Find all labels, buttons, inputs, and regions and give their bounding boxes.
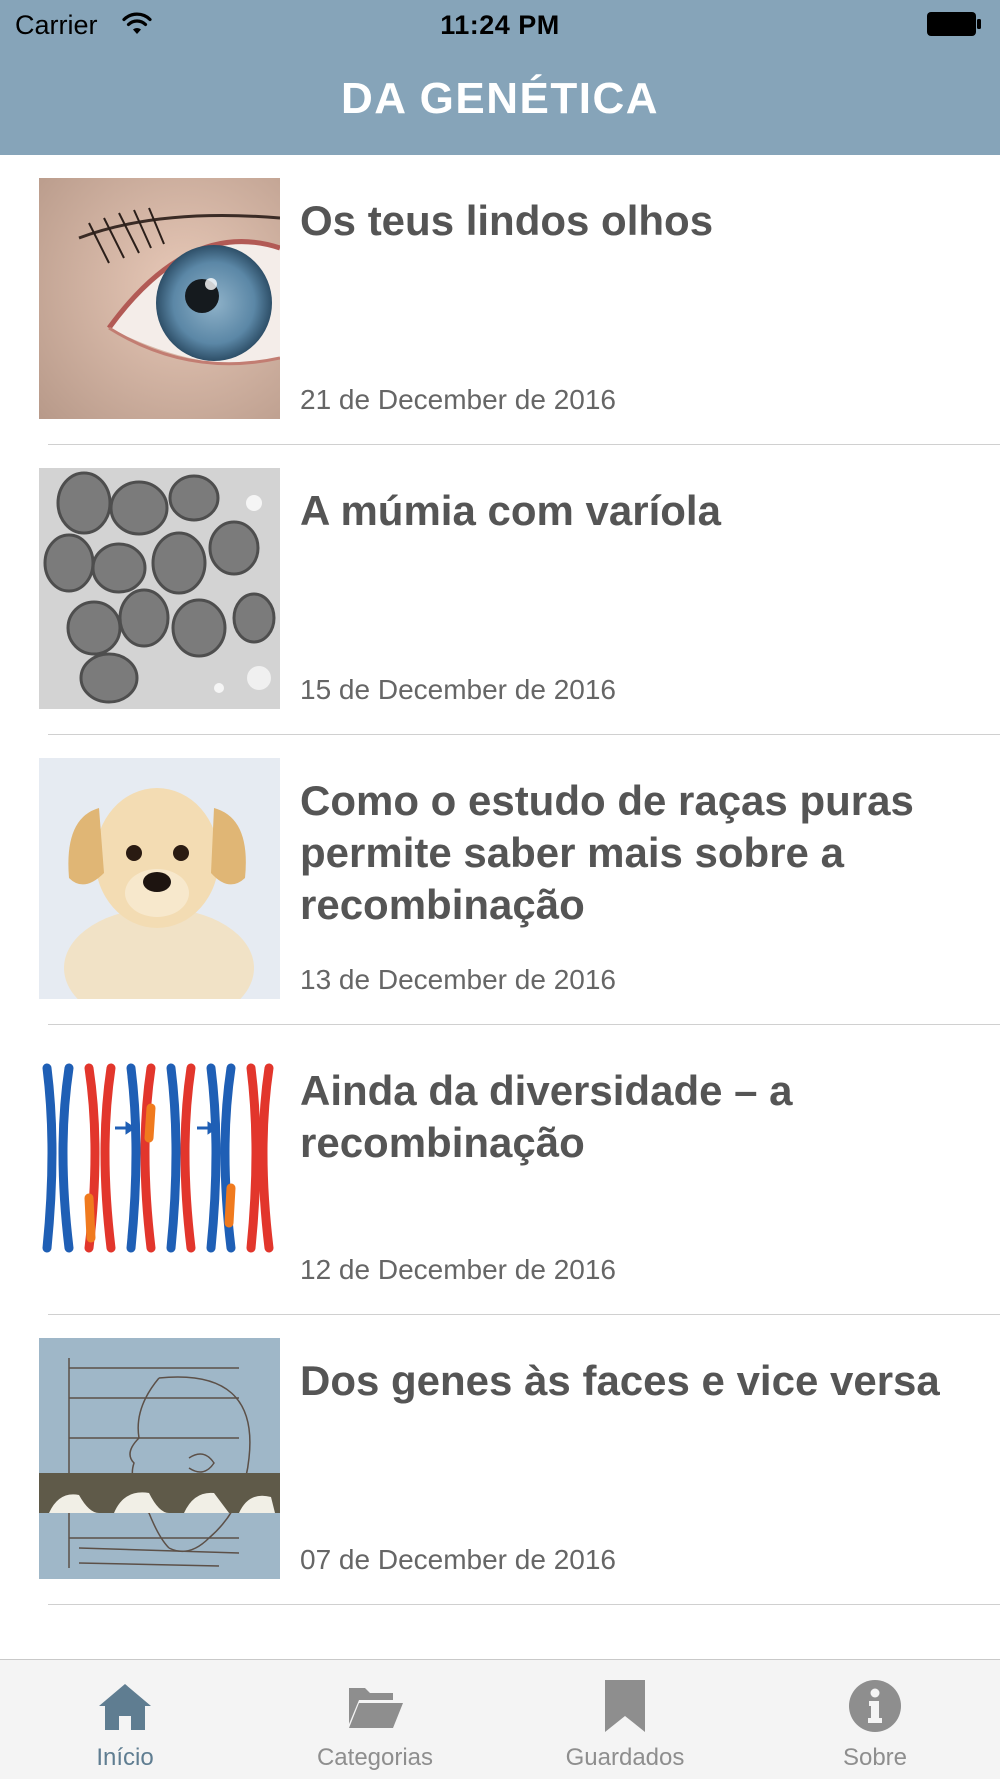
virus-micrograph-image bbox=[39, 468, 280, 709]
tab-label: Categorias bbox=[316, 1744, 434, 1771]
article-date: 12 de December de 2016 bbox=[300, 1254, 616, 1285]
article-row[interactable]: Ainda da diversidade – a recombinação 12… bbox=[0, 1025, 1000, 1315]
status-bar: Carrier 11:24 PM bbox=[0, 0, 1000, 50]
article-date: 15 de December de 2016 bbox=[300, 674, 616, 705]
tab-guardados[interactable]: Guardados bbox=[500, 1660, 750, 1779]
tab-inicio[interactable]: Início bbox=[0, 1660, 250, 1779]
article-row[interactable]: A múmia com varíola 15 de December de 20… bbox=[0, 445, 1000, 735]
info-icon bbox=[849, 1680, 901, 1732]
folder-open-icon bbox=[349, 1688, 403, 1728]
article-row[interactable]: Como o estudo de raças puras permite sab… bbox=[0, 735, 1000, 1025]
bookmark-icon bbox=[605, 1680, 645, 1732]
navigation-header: Carrier 11:24 PM DA GENÉTICA bbox=[0, 0, 1000, 155]
battery-icon bbox=[927, 12, 981, 36]
face-sketch-image bbox=[39, 1338, 280, 1579]
tab-label: Sobre bbox=[842, 1744, 908, 1771]
chromosome-recombination-image bbox=[39, 1048, 280, 1289]
nature-cover-image[interactable] bbox=[39, 1473, 280, 1513]
article-title: Os teus lindos olhos bbox=[300, 197, 714, 244]
home-icon bbox=[99, 1684, 151, 1730]
article-date: 21 de December de 2016 bbox=[300, 384, 616, 415]
puppy-image bbox=[39, 758, 280, 999]
article-list[interactable]: Os teus lindos olhos 21 de December de 2… bbox=[0, 155, 1000, 1659]
tab-categorias[interactable]: Categorias bbox=[250, 1660, 500, 1779]
article-title: Dos genes às faces e vice versa bbox=[300, 1357, 940, 1404]
page-title: DA GENÉTICA bbox=[341, 74, 659, 123]
status-clock: 11:24 PM bbox=[440, 10, 560, 40]
eye-image bbox=[39, 178, 280, 419]
article-title: A múmia com varíola bbox=[300, 487, 721, 534]
tab-sobre[interactable]: Sobre bbox=[750, 1660, 1000, 1779]
article-row[interactable]: Os teus lindos olhos 21 de December de 2… bbox=[0, 155, 1000, 445]
article-row[interactable]: Dos genes às faces e vice versa 07 de De… bbox=[0, 1315, 1000, 1605]
article-title: Como o estudo de raças puras permite sab… bbox=[300, 777, 914, 928]
tab-label: Guardados bbox=[565, 1744, 685, 1771]
article-title: Ainda da diversidade – a recombinação bbox=[300, 1067, 793, 1166]
tab-label: Início bbox=[96, 1744, 154, 1771]
row-divider bbox=[48, 1604, 1000, 1605]
article-date: 07 de December de 2016 bbox=[300, 1544, 616, 1575]
article-date: 13 de December de 2016 bbox=[300, 964, 616, 995]
tab-bar: Início Categorias Guardados Sobre bbox=[0, 1659, 1000, 1779]
